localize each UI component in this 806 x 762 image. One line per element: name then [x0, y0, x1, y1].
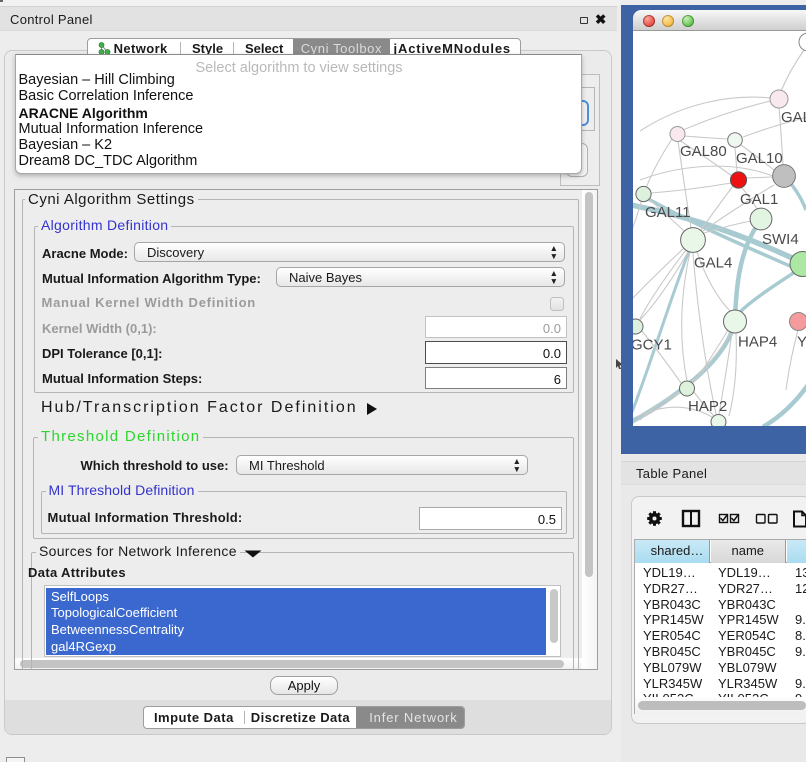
svg-text:HAP2: HAP2 [688, 398, 727, 415]
svg-text:GCY1: GCY1 [633, 337, 672, 354]
svg-text:GAL11: GAL11 [645, 204, 691, 221]
svg-text:GAL80: GAL80 [680, 143, 727, 160]
svg-text:GAL10: GAL10 [736, 150, 783, 167]
svg-text:HAP4: HAP4 [738, 334, 777, 351]
svg-text:GAL4: GAL4 [694, 255, 732, 272]
svg-text:Y: Y [797, 334, 806, 351]
svg-text:GAL7: GAL7 [781, 109, 806, 126]
svg-text:SWI4: SWI4 [762, 231, 799, 248]
svg-text:GAL1: GAL1 [740, 191, 778, 208]
